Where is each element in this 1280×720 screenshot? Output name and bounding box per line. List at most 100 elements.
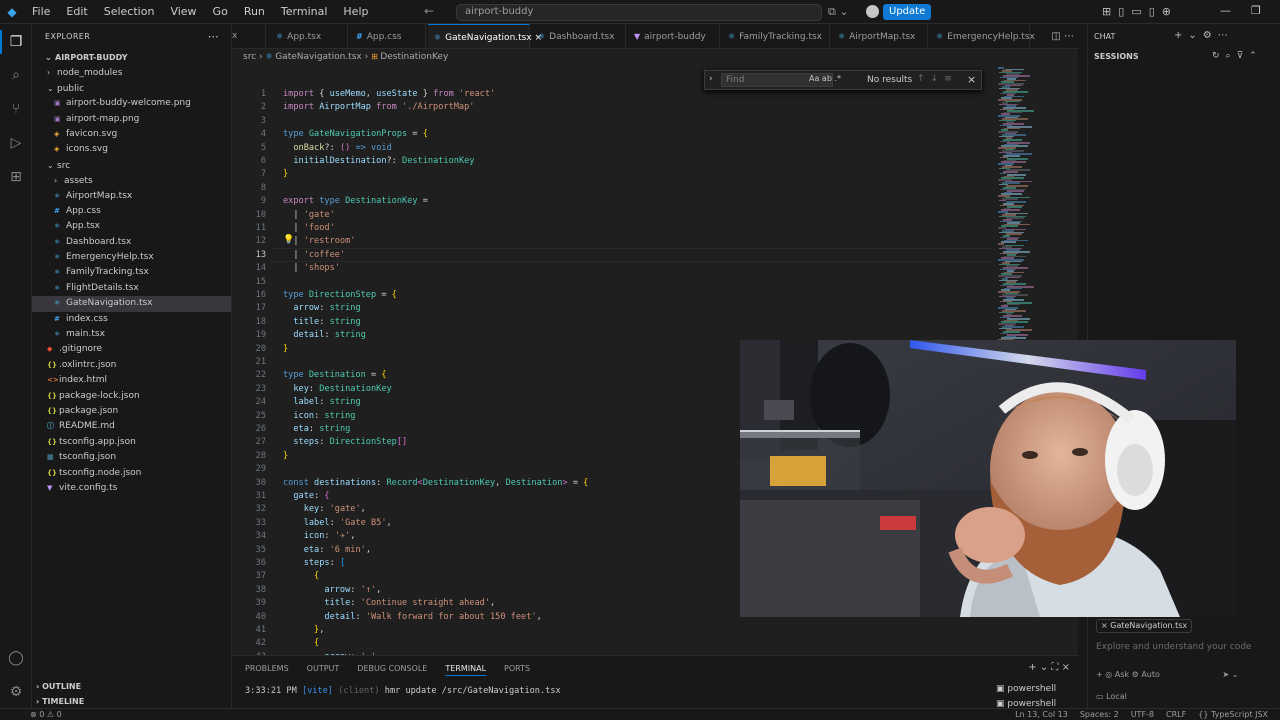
tree-file[interactable]: ⓘ README.md xyxy=(32,419,231,434)
location-picker[interactable]: ▭ Local xyxy=(1096,692,1127,701)
tree-file[interactable]: ⚛ GateNavigation.tsx xyxy=(32,296,231,312)
maximize-panel-icon[interactable]: ⛶ xyxy=(1051,662,1058,673)
accounts-icon[interactable]: ◯ xyxy=(6,648,26,668)
lightbulb-icon[interactable]: 💡 xyxy=(283,235,294,245)
globe-icon[interactable]: ⊕ xyxy=(1162,5,1171,18)
tree-folder[interactable]: ⌄ public xyxy=(32,81,231,96)
find-nav-icons[interactable]: ↑↓≡ xyxy=(917,74,958,84)
indentation[interactable]: Spaces: 2 xyxy=(1080,709,1119,720)
sessions-actions[interactable]: ↻⌕⊽⌃ xyxy=(1212,51,1263,61)
tab-ports[interactable]: PORTS xyxy=(504,664,530,676)
editor-tab[interactable]: ⚛ FamilyTracking.tsx xyxy=(722,24,830,48)
customize-layout-icon[interactable]: ⊞ xyxy=(1102,5,1111,18)
tab-terminal[interactable]: TERMINAL xyxy=(445,664,487,676)
manage-gear-icon[interactable]: ⚙ xyxy=(6,682,26,702)
line-endings[interactable]: CRLF xyxy=(1166,709,1186,720)
new-terminal-icon[interactable]: + ⌄ xyxy=(1028,662,1048,673)
tab-debug-console[interactable]: DEBUG CONSOLE xyxy=(357,664,427,676)
tree-file[interactable]: ◈ favicon.svg xyxy=(32,127,231,142)
menu-go[interactable]: Go xyxy=(205,5,236,18)
close-icon[interactable]: × xyxy=(1101,621,1110,630)
toggle-sidebar-icon[interactable]: ▯ xyxy=(1118,5,1124,18)
tree-folder[interactable]: › assets xyxy=(32,173,231,188)
search-icon[interactable]: ⌕ xyxy=(6,65,26,85)
explorer-icon[interactable]: ❐ xyxy=(6,32,26,52)
copilot-icon[interactable]: ⧉ ⌄ xyxy=(828,5,849,19)
back-arrow-icon[interactable]: ← xyxy=(424,4,434,18)
tree-file[interactable]: ⚛ EmergencyHelp.tsx xyxy=(32,250,231,265)
add-context-icon[interactable]: + xyxy=(1096,670,1105,679)
tree-file[interactable]: {} package-lock.json xyxy=(32,389,231,404)
account-icon[interactable] xyxy=(866,5,879,18)
more-actions-icon[interactable]: ⋯ xyxy=(208,24,219,50)
tree-file[interactable]: ⚛ main.tsx xyxy=(32,327,231,342)
more-actions-icon[interactable]: ⋯ xyxy=(1064,31,1074,42)
command-center-search[interactable]: airport-buddy xyxy=(456,4,822,21)
tree-file[interactable]: ▣ airport-map.png xyxy=(32,112,231,127)
tree-file[interactable]: ▣ airport-buddy-welcome.png xyxy=(32,96,231,111)
tree-file[interactable]: ▼ vite.config.ts xyxy=(32,481,231,496)
toggle-secondary-sidebar-icon[interactable]: ▯ xyxy=(1149,5,1155,18)
find-options[interactable]: Aa ab .* xyxy=(809,74,841,83)
editor-tab[interactable]: ⚛ AirportMap.tsx xyxy=(832,24,928,48)
tree-file[interactable]: {} tsconfig.app.json xyxy=(32,435,231,450)
tree-file[interactable]: <>index.html xyxy=(32,373,231,388)
model-picker[interactable]: ⚙ Auto xyxy=(1132,670,1160,679)
update-button[interactable]: Update xyxy=(883,4,932,20)
extensions-icon[interactable]: ⊞ xyxy=(6,167,26,187)
editor-tab[interactable]: ⚛ GateNavigation.tsx × xyxy=(428,24,542,48)
editor-tab[interactable]: ⚛ Dashboard.tsx xyxy=(532,24,626,48)
terminal-instance[interactable]: ▣ powershell xyxy=(996,682,1056,697)
menu-file[interactable]: File xyxy=(24,5,58,18)
send-icon[interactable]: ➤ ⌄ xyxy=(1222,670,1238,679)
tree-folder[interactable]: › node_modules xyxy=(32,65,231,80)
tab-problems[interactable]: PROBLEMS xyxy=(245,664,289,676)
toggle-panel-icon[interactable]: ▭ xyxy=(1131,5,1141,18)
tree-file[interactable]: ⚛ FamilyTracking.tsx xyxy=(32,265,231,280)
editor-tab[interactable]: # App.css xyxy=(350,24,426,48)
mode-picker[interactable]: ◎ Ask xyxy=(1105,670,1129,679)
chevron-right-icon[interactable]: › xyxy=(709,74,713,84)
tree-file[interactable]: ◆ .gitignore xyxy=(32,342,231,357)
editor-tab[interactable]: ⚛ EmergencyHelp.tsx xyxy=(930,24,1035,48)
tree-folder[interactable]: ⌄ src xyxy=(32,158,231,173)
encoding[interactable]: UTF-8 xyxy=(1131,709,1154,720)
tree-file[interactable]: ◈ icons.svg xyxy=(32,142,231,157)
problems-status[interactable]: ⊗ 0 ⚠ 0 xyxy=(30,709,62,720)
close-icon[interactable]: × xyxy=(967,73,976,86)
tree-file[interactable]: {} .oxlintrc.json xyxy=(32,358,231,373)
tree-file[interactable]: ⚛ Dashboard.tsx xyxy=(32,235,231,250)
menu-terminal[interactable]: Terminal xyxy=(273,5,336,18)
menu-view[interactable]: View xyxy=(162,5,204,18)
split-editor-icon[interactable]: ◫ xyxy=(1051,31,1060,42)
source-control-icon[interactable]: ⑂ xyxy=(6,99,26,119)
tree-file[interactable]: {} tsconfig.node.json xyxy=(32,466,231,481)
menu-run[interactable]: Run xyxy=(236,5,273,18)
tree-file[interactable]: ⚛ AirportMap.tsx xyxy=(32,189,231,204)
tree-file[interactable]: # App.css xyxy=(32,204,231,219)
editor-tab[interactable]: x xyxy=(232,24,266,48)
menu-edit[interactable]: Edit xyxy=(58,5,95,18)
tree-file[interactable]: ⚛ FlightDetails.tsx xyxy=(32,281,231,296)
breadcrumb-folder[interactable]: src xyxy=(243,52,256,62)
run-debug-icon[interactable]: ▷ xyxy=(6,133,26,153)
cursor-position[interactable]: Ln 13, Col 13 xyxy=(1015,709,1068,720)
menu-help[interactable]: Help xyxy=(335,5,376,18)
breadcrumb-symbol[interactable]: DestinationKey xyxy=(380,52,448,62)
timeline-section[interactable]: › TIMELINE xyxy=(32,694,232,709)
tree-file[interactable]: ▦ tsconfig.json xyxy=(32,450,231,465)
language-mode[interactable]: {} TypeScript JSX xyxy=(1198,709,1268,720)
terminal-output[interactable]: 3:33:21 PM [vite] (client) hmr update /s… xyxy=(245,686,561,696)
tree-file[interactable]: # index.css xyxy=(32,312,231,327)
tree-file[interactable]: ⚛ App.tsx xyxy=(32,219,231,234)
menu-selection[interactable]: Selection xyxy=(96,5,163,18)
close-icon[interactable]: × xyxy=(1062,662,1070,673)
chat-actions[interactable]: +⌄⚙⋯ xyxy=(1174,30,1234,41)
breadcrumb-file[interactable]: GateNavigation.tsx xyxy=(275,52,362,62)
tab-output[interactable]: OUTPUT xyxy=(307,664,340,676)
chat-input[interactable]: Explore and understand your code xyxy=(1096,642,1252,652)
workspace-root[interactable]: ⌄ AIRPORT-BUDDY xyxy=(32,50,231,65)
editor-tab[interactable]: ▼ airport-buddy xyxy=(628,24,720,48)
minimize-icon[interactable]: — xyxy=(1220,4,1231,17)
context-file-chip[interactable]: × GateNavigation.tsx xyxy=(1096,619,1193,633)
